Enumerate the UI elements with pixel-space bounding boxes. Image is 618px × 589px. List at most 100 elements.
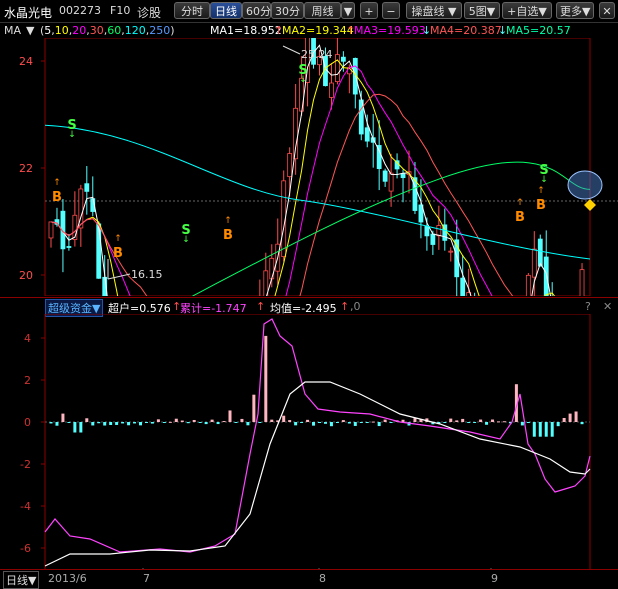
ma-value-2: MA2=19.344 bbox=[282, 24, 354, 37]
indicator-bar bbox=[192, 419, 196, 422]
operation-line-label: 操盘线 bbox=[411, 5, 445, 18]
indicator-bar bbox=[85, 418, 89, 422]
indicator-chart[interactable]: 4 2 0 -2 -4 -6 bbox=[0, 314, 618, 570]
indicator-bar bbox=[306, 419, 310, 422]
ma-value-4: MA4=20.387 bbox=[430, 24, 502, 37]
indicator-bar bbox=[455, 420, 459, 422]
signal-arrow-icon: ↑ bbox=[537, 186, 545, 196]
trailing-value: ,0 bbox=[350, 300, 361, 313]
period-label: 日线 bbox=[6, 574, 28, 587]
candle-body bbox=[48, 221, 54, 239]
signal-buy-label: B bbox=[536, 198, 546, 213]
indicator-bar bbox=[353, 422, 357, 426]
indicator-bar bbox=[580, 422, 584, 425]
add-watchlist-dropdown[interactable]: +自选▼ bbox=[502, 2, 552, 19]
ma-param: 120 bbox=[124, 24, 146, 37]
signal-arrow-icon: ↓ bbox=[182, 235, 190, 245]
indicator-bar bbox=[413, 418, 417, 422]
ma-params: (5,10,20,30,60,120,250) bbox=[40, 24, 175, 37]
candle-body bbox=[531, 248, 537, 278]
ma-param: 10 bbox=[54, 24, 69, 37]
ma-legend: MA ▼ (5,10,20,30,60,120,250) MA1=18.952 ↑… bbox=[0, 22, 618, 38]
bottom-bar: 日线▼ 2013/6 7 8 9 bbox=[0, 569, 618, 589]
multi-chart-label: 5图 bbox=[468, 5, 487, 18]
close-icon[interactable]: ✕ bbox=[599, 2, 615, 19]
indicator-bar bbox=[491, 419, 495, 422]
candle-body bbox=[430, 233, 436, 245]
indicator-bar bbox=[288, 420, 292, 422]
zoom-out-button[interactable]: − bbox=[382, 2, 400, 19]
candle-body bbox=[424, 226, 430, 237]
indicator-bar bbox=[550, 422, 554, 437]
indicator-bar bbox=[210, 419, 214, 422]
indicator-bar bbox=[186, 422, 190, 424]
signal-arrow-icon: ↓ bbox=[540, 175, 548, 185]
indicator-bar bbox=[240, 418, 244, 422]
tab-30min[interactable]: 30分 bbox=[271, 2, 304, 19]
top-toolbar: 水晶光电 002273 F10 诊股 分时 日线 60分 30分 周线 ▼ + … bbox=[0, 0, 618, 23]
indicator-bar bbox=[443, 422, 447, 423]
indicator-bar bbox=[485, 422, 489, 425]
ma-param: 20 bbox=[72, 24, 87, 37]
candle-body bbox=[537, 238, 543, 267]
tab-daily[interactable]: 日线 bbox=[210, 2, 242, 19]
multi-chart-dropdown[interactable]: 5图▼ bbox=[464, 2, 500, 19]
indicator-bar bbox=[502, 421, 506, 423]
ma-value-1: MA1=18.952 bbox=[210, 24, 282, 37]
zoom-in-button[interactable]: + bbox=[360, 2, 378, 19]
chevron-down-icon: ▼ bbox=[582, 5, 591, 18]
indicator-bar bbox=[252, 394, 256, 422]
indicator-bar bbox=[73, 422, 77, 433]
ma-label: MA bbox=[4, 24, 22, 37]
operation-line-dropdown[interactable]: 操盘线 ▼ bbox=[406, 2, 462, 19]
diagnose-link[interactable]: 诊股 bbox=[137, 4, 161, 21]
indicator-bar bbox=[532, 422, 536, 437]
more-dropdown[interactable]: 更多▼ bbox=[556, 2, 594, 19]
candle-body bbox=[334, 54, 340, 83]
candle-body bbox=[382, 170, 388, 182]
indicator-bar bbox=[479, 419, 483, 422]
candle-body bbox=[579, 269, 585, 296]
candle-body bbox=[448, 250, 454, 253]
close-icon[interactable]: ✕ bbox=[603, 300, 612, 313]
indicator-bar bbox=[312, 422, 316, 426]
highlight-circle bbox=[567, 170, 603, 200]
ma-line-2 bbox=[50, 59, 556, 296]
candle-body bbox=[436, 225, 442, 237]
ma-param: 30 bbox=[89, 24, 104, 37]
indicator-bar bbox=[174, 418, 178, 422]
low-price-pointer bbox=[107, 273, 131, 280]
ma-line-1 bbox=[50, 44, 552, 296]
help-icon[interactable]: ? bbox=[585, 300, 591, 313]
indicator-bar bbox=[204, 422, 208, 425]
indicator-bar bbox=[538, 422, 542, 437]
period-dropdown-icon[interactable]: ▼ bbox=[341, 2, 355, 19]
indicator-bar bbox=[162, 422, 166, 423]
signal-arrow-icon: ↑ bbox=[516, 198, 524, 208]
price-chart[interactable]: 2422201816◆◆25.2416.15S↓B↑B↑S↓B↑S↓B↑S↓B↑ bbox=[0, 38, 618, 296]
indicator-bar bbox=[180, 420, 184, 422]
tab-weekly[interactable]: 周线 bbox=[304, 2, 341, 19]
indicator-bar bbox=[526, 422, 530, 423]
indicator-bar bbox=[127, 422, 131, 426]
candle-body bbox=[400, 173, 406, 179]
stock-code: 002273 bbox=[59, 4, 101, 17]
signal-buy-label: B bbox=[223, 228, 233, 243]
average-arrow: ↑ bbox=[340, 300, 350, 313]
average-line bbox=[44, 381, 591, 567]
indicator-bar bbox=[341, 420, 345, 422]
indicator-bar bbox=[497, 421, 500, 423]
ma-line-3 bbox=[50, 65, 493, 296]
indicator-bar bbox=[168, 421, 172, 423]
high-price-label: 25.24 bbox=[301, 48, 333, 61]
candle-body bbox=[96, 223, 102, 279]
chevron-down-icon: ▼ bbox=[486, 5, 496, 18]
tab-intraday[interactable]: 分时 bbox=[174, 2, 210, 19]
f10-link[interactable]: F10 bbox=[110, 4, 130, 17]
price-tick-label: 22 bbox=[19, 162, 33, 175]
tab-60min[interactable]: 60分 bbox=[242, 2, 271, 19]
ma-dropdown-icon[interactable]: ▼ bbox=[26, 24, 34, 37]
period-selector[interactable]: 日线▼ bbox=[3, 571, 40, 589]
indicator-bar bbox=[198, 422, 202, 423]
chevron-down-icon: ▼ bbox=[538, 5, 547, 18]
